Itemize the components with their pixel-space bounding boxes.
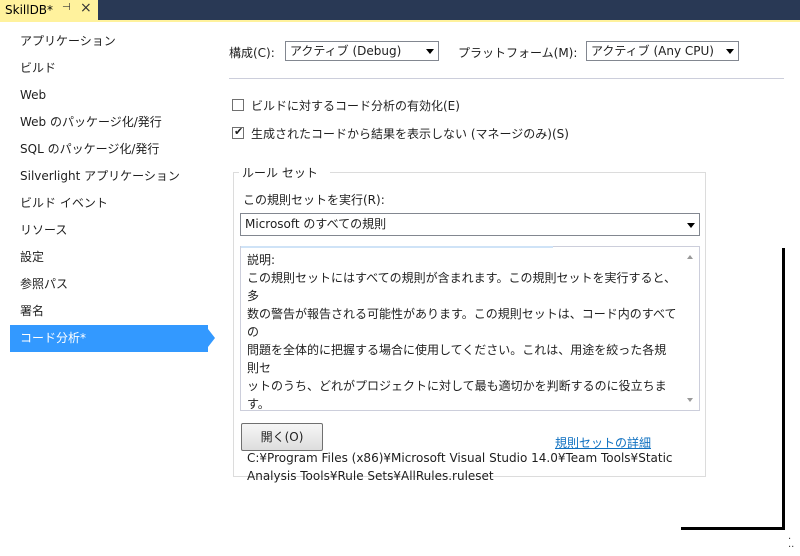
platform-value: アクティブ (Any CPU) <box>591 44 714 58</box>
focus-line <box>241 246 553 248</box>
description-scrollbar[interactable] <box>683 247 699 410</box>
corner-mark-horizontal <box>681 527 785 530</box>
sidebar-item-web-package[interactable]: Web のパッケージ化/発行 <box>10 109 208 136</box>
description-line: 説明: <box>247 253 276 267</box>
enable-analysis-checkbox[interactable] <box>232 99 244 111</box>
scroll-up-icon[interactable] <box>687 255 693 259</box>
configuration-value: アクティブ (Debug) <box>290 44 402 58</box>
sidebar-item-code-analysis[interactable]: コード分析* <box>10 325 208 352</box>
run-ruleset-label: この規則セットを実行(R): <box>243 193 385 207</box>
chevron-down-icon <box>426 49 434 54</box>
description-line: 数の警告が報告される可能性があります。この規則セットは、コード内のすべての <box>247 307 677 339</box>
tab-skilldb[interactable]: SkillDB* ⊣ × <box>0 0 98 20</box>
platform-dropdown[interactable]: アクティブ (Any CPU) <box>586 41 739 61</box>
enable-analysis-label[interactable]: ビルドに対するコード分析の有効化(E) <box>251 97 460 114</box>
chevron-down-icon <box>687 223 695 228</box>
corner-mark-vertical <box>782 248 785 528</box>
description-line: C:¥Program Files (x86)¥Microsoft Visual … <box>247 451 673 465</box>
ruleset-dropdown[interactable]: Microsoft のすべての規則 <box>240 213 700 236</box>
sidebar-item-silverlight[interactable]: Silverlight アプリケーション <box>10 163 208 190</box>
close-icon[interactable]: × <box>80 0 92 16</box>
ruleset-value: Microsoft のすべての規則 <box>245 217 387 231</box>
platform-label: プラットフォーム(M): <box>458 46 578 60</box>
checkmark-icon: ✔ <box>234 125 244 138</box>
document-tab-strip: SkillDB* ⊣ × <box>0 0 800 20</box>
scroll-down-icon[interactable] <box>687 398 693 402</box>
active-item-arrow-icon <box>208 329 215 347</box>
header-separator <box>229 78 784 79</box>
configuration-dropdown[interactable]: アクティブ (Debug) <box>285 41 439 61</box>
resize-grip-icon[interactable]: · ·· <box>788 535 794 553</box>
sidebar-item-settings[interactable]: 設定 <box>10 244 208 271</box>
suppress-generated-checkbox[interactable]: ✔ <box>232 125 244 139</box>
chevron-down-icon <box>726 49 734 54</box>
sidebar-item-web[interactable]: Web <box>10 82 208 109</box>
open-button[interactable]: 開く(O) <box>241 423 323 451</box>
description-line: Analysis Tools¥Rule Sets¥AllRules.rulese… <box>247 469 494 483</box>
suppress-generated-label[interactable]: 生成されたコードから結果を表示しない (マネージのみ)(S) <box>251 125 569 142</box>
ruleset-group-title: ルール セット <box>240 164 320 181</box>
tab-title: SkillDB* <box>5 3 54 17</box>
sidebar-item-signing[interactable]: 署名 <box>10 298 208 325</box>
sidebar-item-reference-paths[interactable]: 参照パス <box>10 271 208 298</box>
description-line: 問題を全体的に把握する場合に使用してください。これは、用途を絞った各規則セ <box>247 343 667 375</box>
pin-icon[interactable]: ⊣ <box>62 2 71 13</box>
sidebar-item-build-events[interactable]: ビルド イベント <box>10 190 208 217</box>
sidebar-item-build[interactable]: ビルド <box>10 55 208 82</box>
sidebar-item-resources[interactable]: リソース <box>10 217 208 244</box>
sidebar-item-sql-package[interactable]: SQL のパッケージ化/発行 <box>10 136 208 163</box>
configuration-label: 構成(C): <box>229 46 275 60</box>
ruleset-description-box[interactable]: 説明: この規則セットにはすべての規則が含まれます。この規則セットを実行すると、… <box>240 246 700 483</box>
ruleset-details-link[interactable]: 規則セットの詳細 <box>555 434 651 451</box>
description-line: ットのうち、どれがプロジェクトに対して最も適切かを判断するのに役立ちます。 <box>247 379 667 411</box>
sidebar-item-application[interactable]: アプリケーション <box>10 28 208 55</box>
description-line: この規則セットにはすべての規則が含まれます。この規則セットを実行すると、多 <box>247 271 677 303</box>
